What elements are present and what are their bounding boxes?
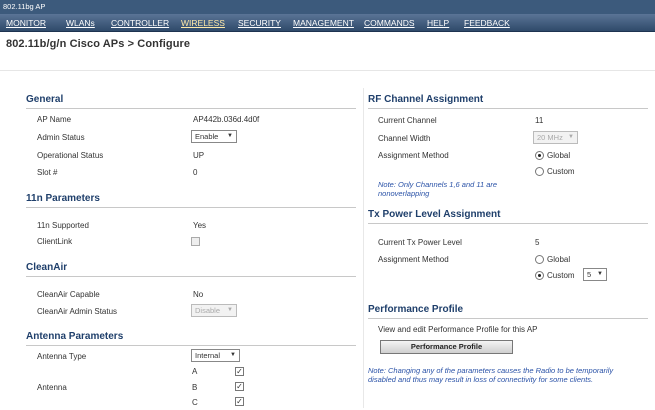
channel-width-label: Channel Width [378,134,431,143]
channel-width-select[interactable]: 20 MHz ▼ [533,131,578,144]
tx-section-divider [368,223,648,224]
cleanair-admin-status-select[interactable]: Disable ▼ [191,304,237,317]
antenna-label: Antenna [37,383,67,392]
rf-custom-label: Custom [547,167,575,176]
operational-status-value: UP [193,151,205,160]
rf-global-label: Global [547,151,571,160]
cleanair-section-divider [26,276,356,277]
menu-controller[interactable]: CONTROLLER [111,14,169,32]
menu-help[interactable]: HELP [427,14,449,32]
chevron-down-icon: ▼ [227,133,233,139]
rf-section-title: RF Channel Assignment [368,94,484,105]
antenna-b-label: B [192,383,198,392]
channel-width-selected-value: 20 MHz [537,133,563,142]
tx-section-title: Tx Power Level Assignment [368,209,501,220]
rf-global-radio[interactable] [535,151,544,160]
tx-global-radio[interactable] [535,255,544,264]
column-divider [363,88,364,408]
admin-status-label: Admin Status [37,133,85,142]
antenna-type-selected-value: Internal [195,351,221,360]
cleanair-capable-label: CleanAir Capable [37,290,100,299]
rf-channel-note: Note: Only Channels 1,6 and 11 are nonov… [378,180,498,198]
tx-custom-label: Custom [547,271,575,280]
antenna-a-checkbox[interactable]: ✓ [235,367,244,376]
n11-supported-value: Yes [193,221,207,230]
operational-status-label: Operational Status [37,151,104,160]
menu-feedback[interactable]: FEEDBACK [464,14,510,32]
menu-wlans[interactable]: WLANs [66,14,95,32]
chevron-down-icon: ▼ [227,307,233,313]
antenna-c-label: C [192,398,198,407]
performance-profile-button[interactable]: Performance Profile [380,340,513,354]
perf-section-divider [368,318,648,319]
page-title: 802.11b/g/n Cisco APs > Configure [6,38,191,50]
general-section-title: General [26,94,64,105]
menu-management[interactable]: MANAGEMENT [293,14,354,32]
perf-description: View and edit Performance Profile for th… [378,325,538,334]
rf-custom-radio[interactable] [535,167,544,176]
rf-assignment-method-label: Assignment Method [378,151,449,160]
ap-name-label: AP Name [37,115,72,124]
n11-section-divider [26,207,356,208]
antenna-c-checkbox[interactable]: ✓ [235,397,244,406]
slot-value: 0 [193,168,198,177]
window-title: 802.11bg AP [0,0,655,14]
slot-label: Slot # [37,168,58,177]
cleanair-capable-value: No [193,290,204,299]
chevron-down-icon: ▼ [230,352,236,358]
antenna-a-label: A [192,367,198,376]
ap-name-value: AP442b.036d.4d0f [193,115,260,124]
general-section-divider [26,108,356,109]
antenna-type-select[interactable]: Internal ▼ [191,349,240,362]
admin-status-select[interactable]: Enable ▼ [191,130,237,143]
chevron-down-icon: ▼ [597,271,603,277]
tx-custom-radio[interactable] [535,271,544,280]
n11-section-title: 11n Parameters [26,193,100,204]
clientlink-checkbox[interactable] [191,237,200,246]
current-channel-value: 11 [535,116,544,125]
tx-custom-level-selected-value: 5 [587,270,592,279]
antenna-section-title: Antenna Parameters [26,331,124,342]
current-tx-power-label: Current Tx Power Level [378,238,462,247]
header-divider [0,70,655,71]
antenna-section-divider [26,345,356,346]
menu-wireless[interactable]: WIRELESS [181,14,225,32]
antenna-b-checkbox[interactable]: ✓ [235,382,244,391]
chevron-down-icon: ▼ [568,134,574,140]
menu-commands[interactable]: COMMANDS [364,14,415,32]
rf-section-divider [368,108,648,109]
tx-global-label: Global [547,255,571,264]
admin-status-selected-value: Enable [195,132,219,141]
footer-note: Note: Changing any of the parameters cau… [368,366,614,384]
tx-custom-level-select[interactable]: 5 ▼ [583,268,607,281]
current-tx-power-value: 5 [535,238,540,247]
cleanair-admin-status-label: CleanAir Admin Status [37,307,118,316]
n11-supported-label: 11n Supported [37,221,89,230]
perf-section-title: Performance Profile [368,304,464,315]
current-channel-label: Current Channel [378,116,437,125]
menu-security[interactable]: SECURITY [238,14,281,32]
tx-assignment-method-label: Assignment Method [378,255,449,264]
clientlink-label: ClientLink [37,237,73,246]
cleanair-admin-status-selected-value: Disable [195,306,221,315]
main-menu-bar: MONITOR WLANs CONTROLLER WIRELESS SECURI… [0,14,655,32]
menu-monitor[interactable]: MONITOR [6,14,46,32]
antenna-type-label: Antenna Type [37,352,87,361]
cleanair-section-title: CleanAir [26,262,68,273]
